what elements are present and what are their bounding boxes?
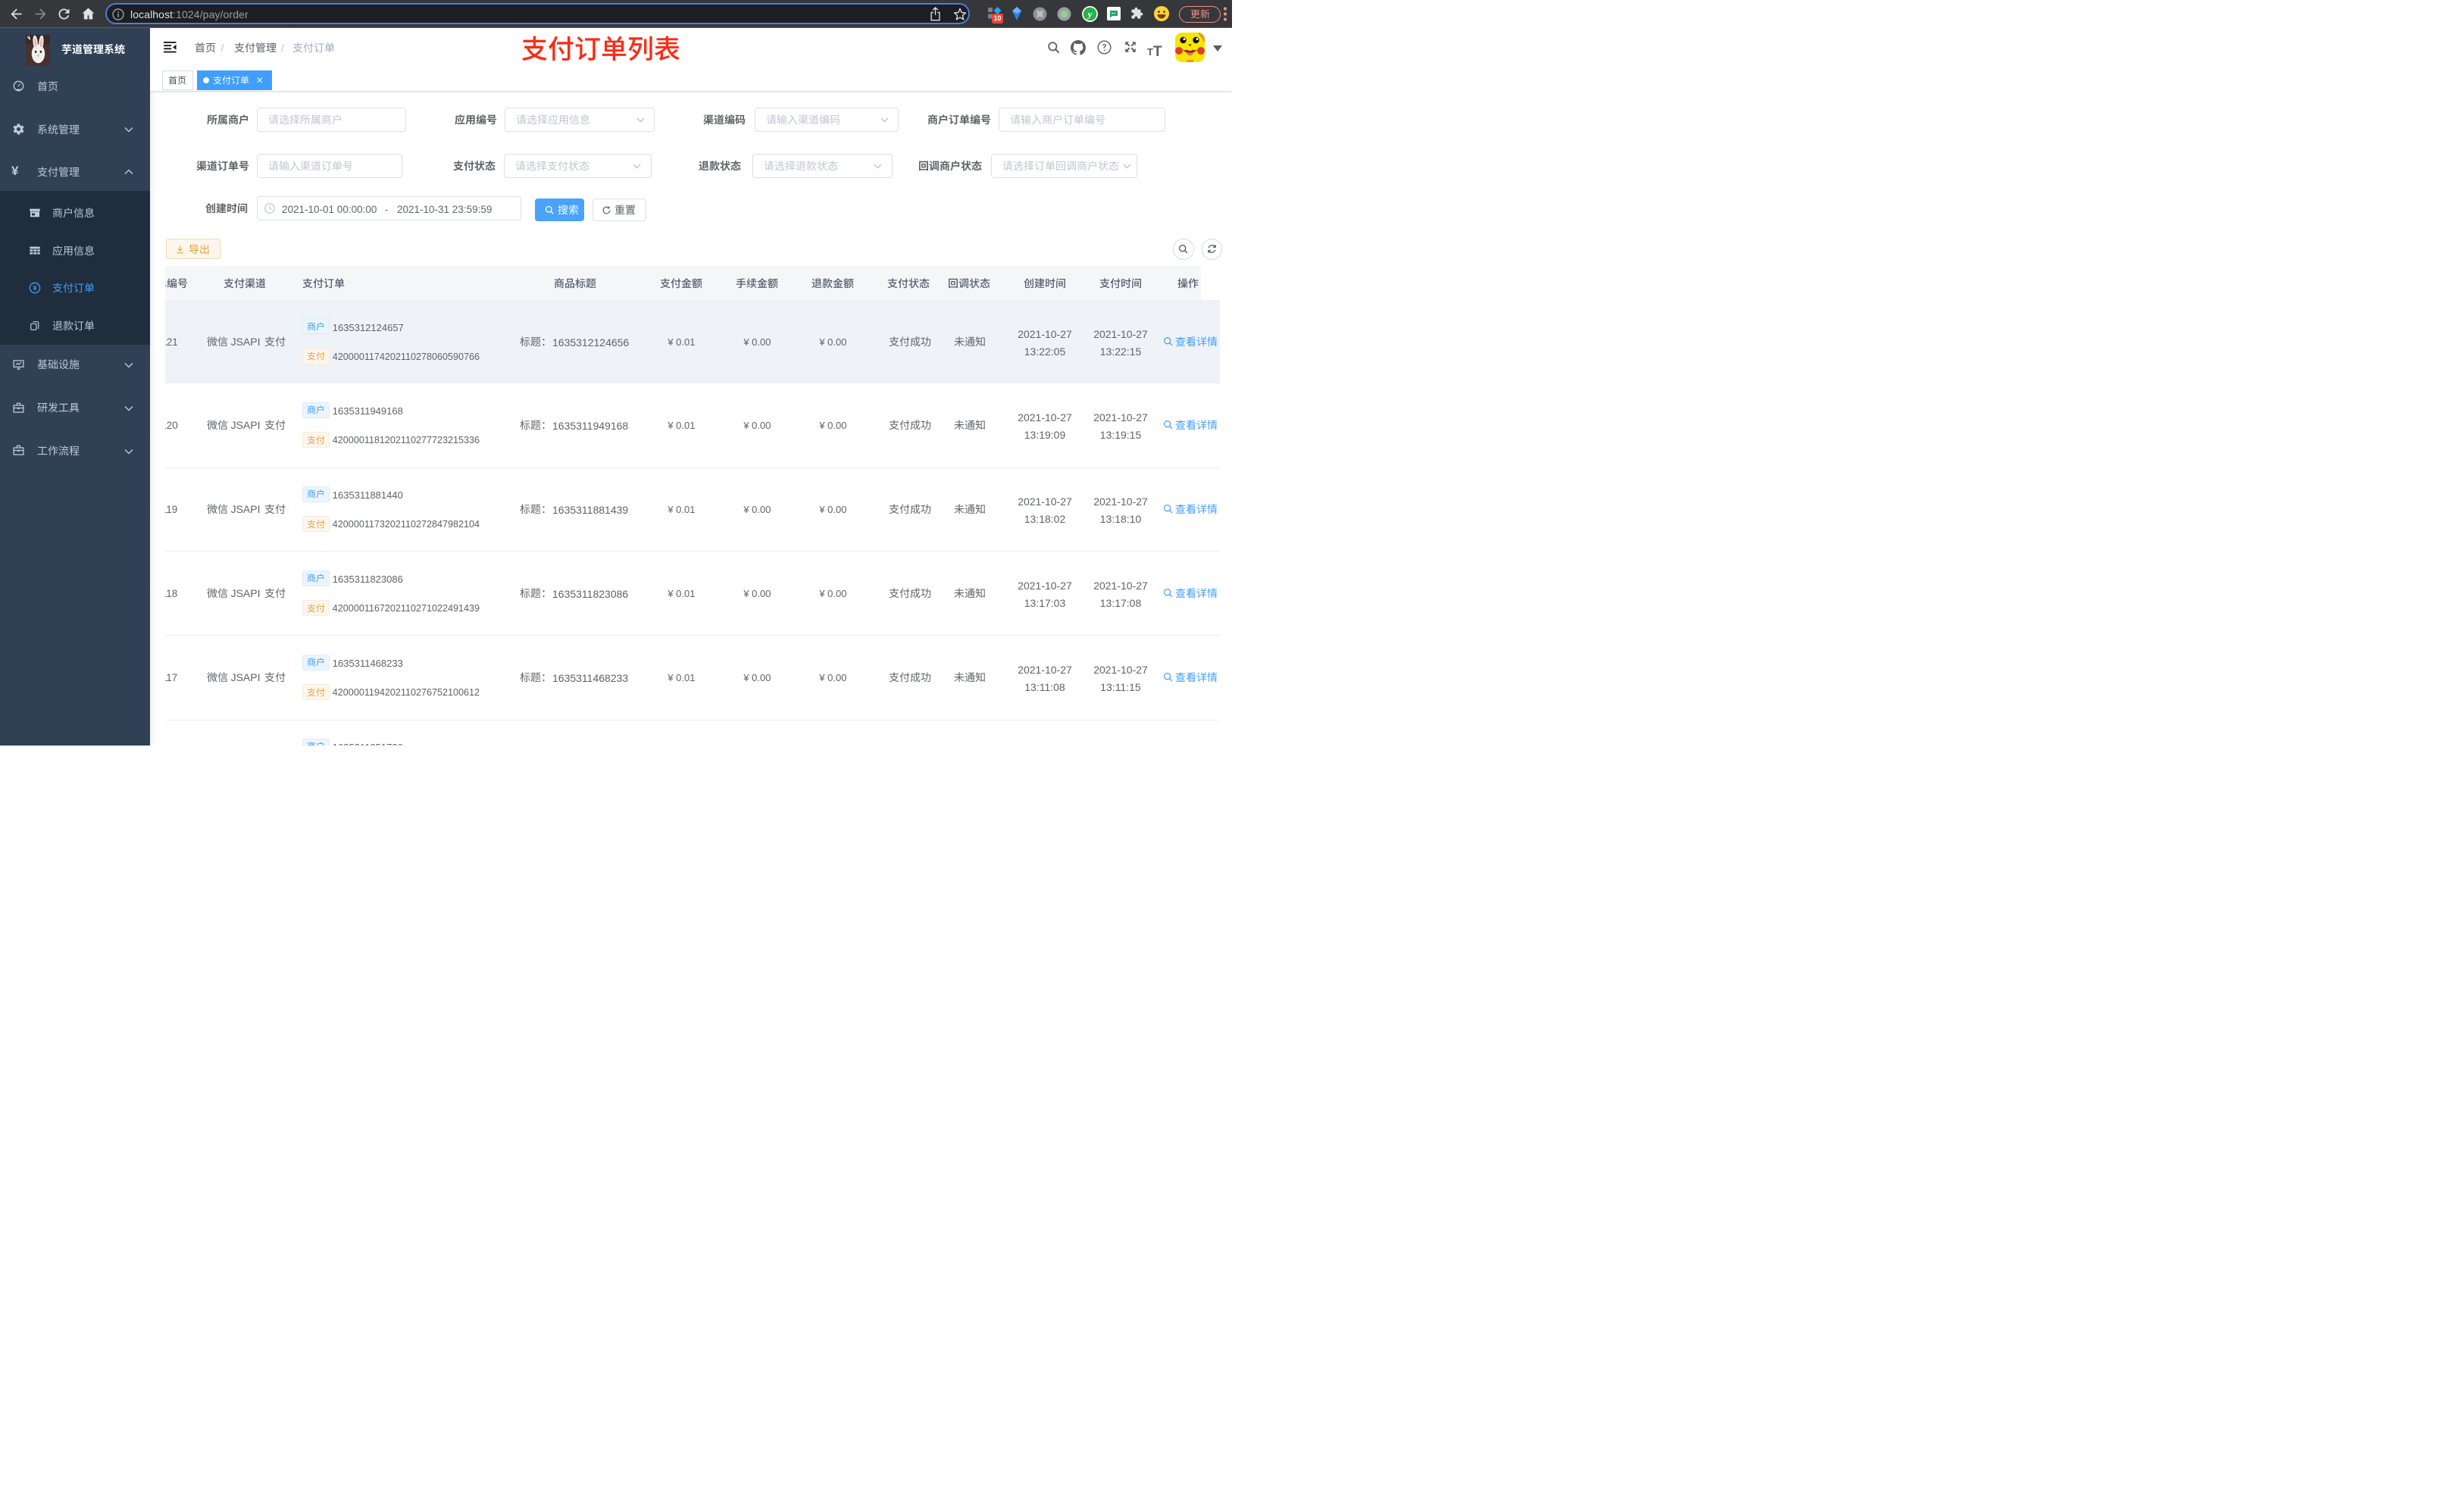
svg-text:⌘: ⌘	[1036, 11, 1044, 20]
svg-text:¥: ¥	[33, 284, 37, 292]
svg-text:y: y	[1087, 8, 1093, 20]
